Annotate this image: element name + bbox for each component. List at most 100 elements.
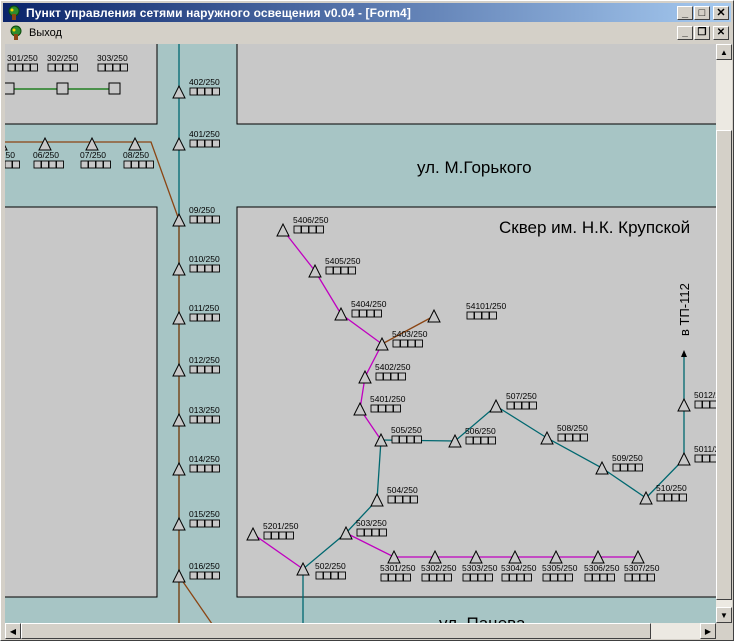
lamp-slot-icon[interactable]	[624, 573, 633, 582]
lamp-slot-icon[interactable]	[204, 464, 213, 473]
lamp-slot-icon[interactable]	[429, 573, 437, 582]
lamp-slot-icon[interactable]	[123, 160, 132, 169]
lamp-slot-icon[interactable]	[436, 573, 445, 582]
lamp-slot-icon[interactable]	[131, 160, 139, 169]
lamp-slot-icon[interactable]	[212, 139, 220, 148]
lamp-slot-icon[interactable]	[489, 311, 497, 320]
lamp-slot-icon[interactable]	[189, 264, 198, 273]
lamp-slot-icon[interactable]	[702, 454, 710, 463]
lamp-slot-icon[interactable]	[702, 400, 710, 409]
lamp-slot-icon[interactable]	[103, 160, 111, 169]
lamp-slot-icon[interactable]	[204, 415, 213, 424]
lamp-slot-icon[interactable]	[639, 573, 648, 582]
lamp-slot-icon[interactable]	[47, 63, 56, 72]
lamp-slot-icon[interactable]	[189, 365, 198, 374]
lamp-slot-icon[interactable]	[612, 463, 621, 472]
lamp-slot-icon[interactable]	[212, 519, 220, 528]
lamp-slot-icon[interactable]	[62, 63, 71, 72]
lamp-slot-icon[interactable]	[12, 160, 20, 169]
lamp-slot-icon[interactable]	[572, 433, 581, 442]
lamp-slot-icon[interactable]	[474, 311, 482, 320]
lamp-slot-icon[interactable]	[212, 264, 220, 273]
lamp-slot-icon[interactable]	[635, 463, 643, 472]
pole-301[interactable]: 301/250	[7, 53, 38, 72]
mdi-close-button[interactable]: ✕	[713, 26, 729, 40]
pole-triangle-icon[interactable]	[38, 136, 52, 151]
scroll-down-button[interactable]: ▼	[716, 607, 732, 623]
pole-triangle-icon[interactable]	[172, 261, 186, 276]
lamp-slot-icon[interactable]	[679, 493, 687, 502]
lamp-slot-icon[interactable]	[364, 528, 372, 537]
lamp-slot-icon[interactable]	[48, 160, 57, 169]
lamp-slot-icon[interactable]	[557, 433, 566, 442]
lamp-slot-icon[interactable]	[88, 160, 96, 169]
pole-triangle-icon[interactable]	[172, 461, 186, 476]
lamp-slot-icon[interactable]	[325, 266, 334, 275]
scroll-right-button[interactable]: ▶	[700, 623, 716, 639]
lamp-slot-icon[interactable]	[308, 225, 317, 234]
vertical-scroll-thumb[interactable]	[716, 130, 732, 600]
lamp-slot-icon[interactable]	[399, 435, 407, 444]
lamp-slot-icon[interactable]	[392, 339, 401, 348]
lamp-slot-icon[interactable]	[632, 573, 640, 582]
lamp-slot-icon[interactable]	[542, 573, 551, 582]
pole-401[interactable]: 401/250	[172, 129, 220, 151]
lamp-slot-icon[interactable]	[466, 311, 475, 320]
lamp-slot-icon[interactable]	[212, 571, 220, 580]
lamp-slot-icon[interactable]	[189, 415, 198, 424]
lamp-slot-icon[interactable]	[550, 573, 558, 582]
lamp-slot-icon[interactable]	[97, 63, 106, 72]
lamp-slot-icon[interactable]	[41, 160, 49, 169]
pole-triangle-icon[interactable]	[172, 362, 186, 377]
lamp-slot-icon[interactable]	[340, 266, 349, 275]
menu-item-exit[interactable]: Выход	[29, 27, 62, 39]
lamp-slot-icon[interactable]	[204, 519, 213, 528]
mdi-restore-button[interactable]: ❐	[694, 26, 710, 40]
lamp-slot-icon[interactable]	[197, 464, 205, 473]
cabinet-icon[interactable]	[108, 82, 121, 95]
lamp-slot-icon[interactable]	[204, 365, 213, 374]
pole-triangle-icon[interactable]	[128, 136, 142, 151]
lamp-slot-icon[interactable]	[189, 215, 198, 224]
pole-302[interactable]: 302/250	[47, 53, 78, 72]
lamp-slot-icon[interactable]	[212, 215, 220, 224]
lamp-slot-icon[interactable]	[212, 365, 220, 374]
lamp-slot-icon[interactable]	[30, 63, 38, 72]
pole-triangle-icon[interactable]	[85, 136, 99, 151]
pole-triangle-icon[interactable]	[172, 412, 186, 427]
lamp-slot-icon[interactable]	[647, 573, 655, 582]
lamp-slot-icon[interactable]	[338, 571, 346, 580]
lamp-slot-icon[interactable]	[473, 436, 481, 445]
lamp-slot-icon[interactable]	[356, 528, 365, 537]
lamp-slot-icon[interactable]	[197, 519, 205, 528]
lamp-slot-icon[interactable]	[480, 436, 489, 445]
lamp-slot-icon[interactable]	[263, 531, 272, 540]
pole-016[interactable]: 016/250	[172, 561, 220, 583]
lamp-slot-icon[interactable]	[488, 436, 496, 445]
pole-013[interactable]: 013/250	[172, 405, 220, 427]
scroll-up-button[interactable]: ▲	[716, 44, 732, 60]
lamp-slot-icon[interactable]	[664, 493, 672, 502]
lamp-slot-icon[interactable]	[481, 311, 490, 320]
lamp-slot-icon[interactable]	[348, 266, 356, 275]
mdi-minimize-button[interactable]: _	[677, 26, 693, 40]
lamp-slot-icon[interactable]	[410, 495, 418, 504]
lamp-slot-icon[interactable]	[391, 435, 400, 444]
lamp-slot-icon[interactable]	[112, 63, 121, 72]
pole-triangle-icon[interactable]	[5, 138, 8, 151]
horizontal-scrollbar[interactable]: ◀ ▶	[5, 623, 716, 639]
lamp-slot-icon[interactable]	[105, 63, 113, 72]
lamp-slot-icon[interactable]	[204, 264, 213, 273]
lamp-slot-icon[interactable]	[197, 415, 205, 424]
lamp-slot-icon[interactable]	[315, 571, 324, 580]
lamp-slot-icon[interactable]	[316, 225, 324, 234]
map-canvas[interactable]: ул. М.Горького ул. Пацева Сквер им. Н.К.…	[5, 44, 716, 623]
lamp-slot-icon[interactable]	[584, 573, 593, 582]
lamp-slot-icon[interactable]	[470, 573, 478, 582]
lamp-slot-icon[interactable]	[592, 573, 600, 582]
lamp-slot-icon[interactable]	[138, 160, 147, 169]
lamp-slot-icon[interactable]	[22, 63, 31, 72]
lamp-slot-icon[interactable]	[375, 372, 384, 381]
lamp-slot-icon[interactable]	[477, 573, 486, 582]
lamp-slot-icon[interactable]	[212, 87, 220, 96]
